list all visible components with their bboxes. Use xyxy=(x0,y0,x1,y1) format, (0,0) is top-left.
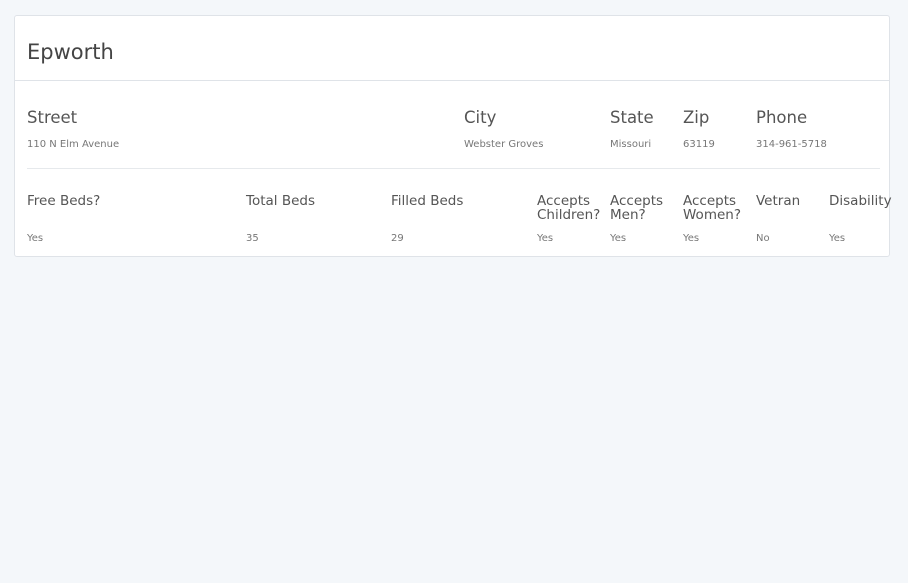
filled-beds-label: Filled Beds xyxy=(391,193,464,209)
street-value: 110 N Elm Avenue xyxy=(27,139,120,150)
vetran-value: No xyxy=(756,233,770,244)
accepts-women-label: Accepts Women? xyxy=(683,193,741,223)
phone-label: Phone xyxy=(756,108,808,127)
card-header: Epworth xyxy=(15,16,889,81)
disability-value: Yes xyxy=(829,233,846,244)
accepts-men-value: Yes xyxy=(610,233,627,244)
state-value: Missouri xyxy=(610,139,652,150)
filled-beds-value: 29 xyxy=(391,233,404,244)
accepts-men-label: Accepts Men? xyxy=(610,193,664,223)
state-label: State xyxy=(610,108,654,127)
free-beds-value: Yes xyxy=(27,233,44,244)
vetran-label: Vetran xyxy=(756,193,801,209)
city-value: Webster Groves xyxy=(464,139,544,150)
accepts-children-value: Yes xyxy=(537,233,554,244)
total-beds-value: 35 xyxy=(246,233,259,244)
zip-value: 63119 xyxy=(683,139,715,150)
phone-value: 314-961-5718 xyxy=(756,139,827,150)
free-beds-label: Free Beds? xyxy=(27,193,101,209)
city-label: City xyxy=(464,108,497,127)
shelter-card: Epworth Street 110 N Elm Avenue City Web… xyxy=(14,15,892,257)
shelter-name: Epworth xyxy=(27,40,114,64)
zip-label: Zip xyxy=(683,108,710,127)
accepts-women-value: Yes xyxy=(683,233,700,244)
total-beds-label: Total Beds xyxy=(246,193,315,209)
section-divider xyxy=(27,168,880,169)
disability-label: Disability xyxy=(829,193,892,209)
street-label: Street xyxy=(27,108,78,127)
accepts-children-label: Accepts Children? xyxy=(537,193,601,223)
